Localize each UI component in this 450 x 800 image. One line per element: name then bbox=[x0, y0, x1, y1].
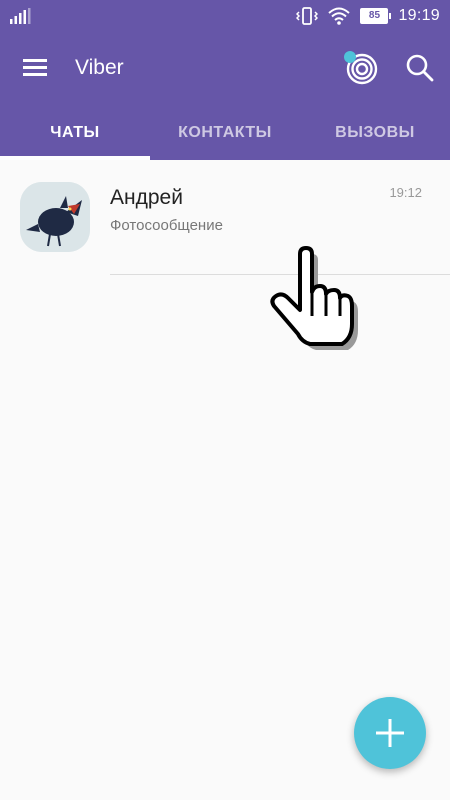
signal-icon bbox=[10, 8, 31, 24]
chat-list-item[interactable]: Андрей Фотосообщение 19:12 bbox=[0, 160, 450, 276]
status-bar: 85 19:19 bbox=[0, 0, 450, 32]
wifi-icon bbox=[328, 7, 351, 25]
hand-pointer-icon bbox=[270, 246, 358, 350]
bird-avatar-image bbox=[20, 182, 90, 252]
tab-bar: ЧАТЫ КОНТАКТЫ ВЫЗОВЫ bbox=[0, 114, 450, 160]
menu-icon[interactable] bbox=[20, 52, 50, 82]
app-title: Viber bbox=[75, 56, 124, 79]
chat-time: 19:12 bbox=[389, 185, 422, 200]
community-icon[interactable] bbox=[340, 48, 380, 86]
search-icon[interactable] bbox=[404, 52, 436, 84]
app-bar: Viber ЧАТЫ КОНТАКТЫ ВЫЗОВЫ bbox=[0, 32, 450, 160]
status-time: 19:19 bbox=[398, 7, 440, 24]
avatar bbox=[20, 182, 90, 252]
chat-name: Андрей bbox=[110, 186, 183, 209]
battery-icon: 85 bbox=[360, 8, 392, 24]
tab-chats[interactable]: ЧАТЫ bbox=[0, 114, 150, 160]
tab-contacts[interactable]: КОНТАКТЫ bbox=[150, 114, 300, 160]
new-chat-button[interactable] bbox=[354, 697, 426, 769]
plus-icon bbox=[376, 719, 404, 747]
chat-preview: Фотосообщение bbox=[110, 217, 223, 234]
tab-calls[interactable]: ВЫЗОВЫ bbox=[300, 114, 450, 160]
vibrate-icon bbox=[296, 7, 319, 25]
notification-dot bbox=[344, 51, 356, 63]
